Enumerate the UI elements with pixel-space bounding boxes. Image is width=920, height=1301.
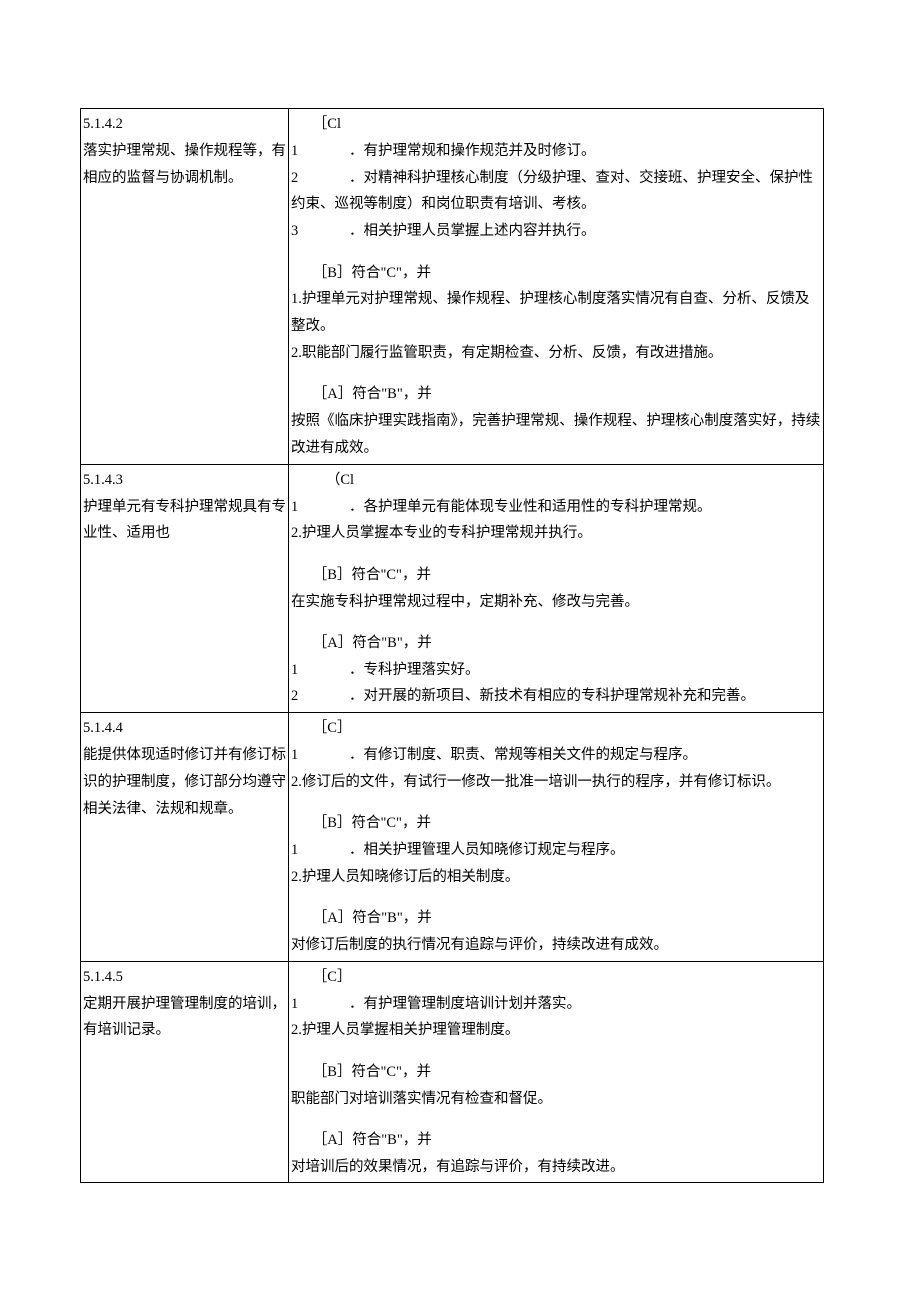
c-item: 1．有护理管理制度培训计划并落实。: [291, 991, 821, 1018]
c-label: ［C］: [291, 964, 821, 991]
b-item: 1.护理单元对护理常规、操作规程、护理核心制度落实情况有自查、分析、反馈及整改。: [291, 286, 821, 340]
table-row: 5.1.4.4 能提供体现适时修订并有修订标识的护理制度，修订部分均遵守相关法律…: [81, 713, 824, 962]
c-item: 1．各护理单元有能体现专业性和适用性的专科护理常规。: [291, 494, 821, 521]
b-label: ［B］符合"C"，并: [291, 260, 821, 287]
a-label: ［A］符合"B"，并: [291, 1127, 821, 1154]
row-title: 定期开展护理管理制度的培训，有培训记录。: [83, 996, 286, 1039]
b-item: 1．相关护理管理人员知晓修订规定与程序。: [291, 837, 821, 864]
table-row: 5.1.4.5 定期开展护理管理制度的培训，有培训记录。 ［C］ 1．有护理管理…: [81, 961, 824, 1183]
a-text: 按照《临床护理实践指南》，完善护理常规、操作规程、护理核心制度落实好，持续改进有…: [291, 408, 821, 462]
b-label: ［B］符合"C"，并: [291, 810, 821, 837]
row-criteria-cell: ［Cl 1．有护理常规和操作规范并及时修订。 2．对精神科护理核心制度（分级护理…: [289, 109, 823, 464]
b-item: 2.护理人员知晓修订后的相关制度。: [291, 864, 821, 891]
table-row: 5.1.4.2 落实护理常规、操作规程等，有相应的监督与协调机制。 ［Cl 1．…: [81, 109, 824, 465]
c-item: 2.护理人员掌握相关护理管理制度。: [291, 1017, 821, 1044]
row-id: 5.1.4.4: [83, 720, 123, 736]
row-title: 能提供体现适时修订并有修订标识的护理制度，修订部分均遵守相关法律、法规和规章。: [83, 747, 286, 817]
row-title: 落实护理常规、操作规程等，有相应的监督与协调机制。: [83, 143, 286, 186]
row-id: 5.1.4.2: [83, 116, 123, 132]
c-item: 1．有护理常规和操作规范并及时修订。: [291, 138, 821, 165]
c-item: 2.修订后的文件，有试行一修改一批准一培训一执行的程序，并有修订标识。: [291, 769, 821, 796]
a-label: ［A］符合"B"，并: [291, 630, 821, 657]
b-label: ［B］符合"C"，并: [291, 562, 821, 589]
row-title: 护理单元有专科护理常规具有专业性、适用也: [83, 499, 286, 542]
c-item: 3．相关护理人员掌握上述内容并执行。: [291, 218, 821, 245]
document-page: 5.1.4.2 落实护理常规、操作规程等，有相应的监督与协调机制。 ［Cl 1．…: [0, 0, 920, 1183]
a-item: 2．对开展的新项目、新技术有相应的专科护理常规补充和完善。: [291, 683, 821, 710]
row-criteria-cell: ［C］ 1．有修订制度、职责、常规等相关文件的规定与程序。 2.修订后的文件，有…: [289, 713, 823, 961]
b-label: ［B］符合"C"，并: [291, 1059, 821, 1086]
row-id-cell: 5.1.4.3 护理单元有专科护理常规具有专业性、适用也: [81, 465, 288, 549]
b-text: 在实施专科护理常规过程中，定期补充、修改与完善。: [291, 589, 821, 616]
row-criteria-cell: ［C］ 1．有护理管理制度培训计划并落实。 2.护理人员掌握相关护理管理制度。 …: [289, 962, 823, 1183]
row-id-cell: 5.1.4.4 能提供体现适时修订并有修订标识的护理制度，修订部分均遵守相关法律…: [81, 713, 288, 824]
b-item: 2.职能部门履行监管职责，有定期检查、分析、反馈，有改进措施。: [291, 340, 821, 367]
c-item: 1．有修订制度、职责、常规等相关文件的规定与程序。: [291, 742, 821, 769]
a-text: 对修订后制度的执行情况有追踪与评价，持续改进有成效。: [291, 932, 821, 959]
row-id-cell: 5.1.4.2 落实护理常规、操作规程等，有相应的监督与协调机制。: [81, 109, 288, 193]
row-criteria-cell: （Cl 1．各护理单元有能体现专业性和适用性的专科护理常规。 2.护理人员掌握本…: [289, 465, 823, 713]
b-text: 职能部门对培训落实情况有检查和督促。: [291, 1086, 821, 1113]
a-text: 对培训后的效果情况，有追踪与评价，有持续改进。: [291, 1154, 821, 1181]
row-id: 5.1.4.5: [83, 969, 123, 985]
c-label: ［C］: [291, 715, 821, 742]
row-id-cell: 5.1.4.5 定期开展护理管理制度的培训，有培训记录。: [81, 962, 288, 1046]
standards-table: 5.1.4.2 落实护理常规、操作规程等，有相应的监督与协调机制。 ［Cl 1．…: [80, 108, 824, 1183]
a-label: ［A］符合"B"，并: [291, 905, 821, 932]
table-row: 5.1.4.3 护理单元有专科护理常规具有专业性、适用也 （Cl 1．各护理单元…: [81, 464, 824, 713]
a-label: ［A］符合"B"，并: [291, 381, 821, 408]
a-item: 1．专科护理落实好。: [291, 657, 821, 684]
c-label: ［Cl: [291, 111, 821, 138]
c-label: （Cl: [291, 467, 821, 494]
c-item: 2.护理人员掌握本专业的专科护理常规并执行。: [291, 520, 821, 547]
c-item: 2．对精神科护理核心制度（分级护理、查对、交接班、护理安全、保护性约束、巡视等制…: [291, 165, 821, 219]
row-id: 5.1.4.3: [83, 472, 123, 488]
